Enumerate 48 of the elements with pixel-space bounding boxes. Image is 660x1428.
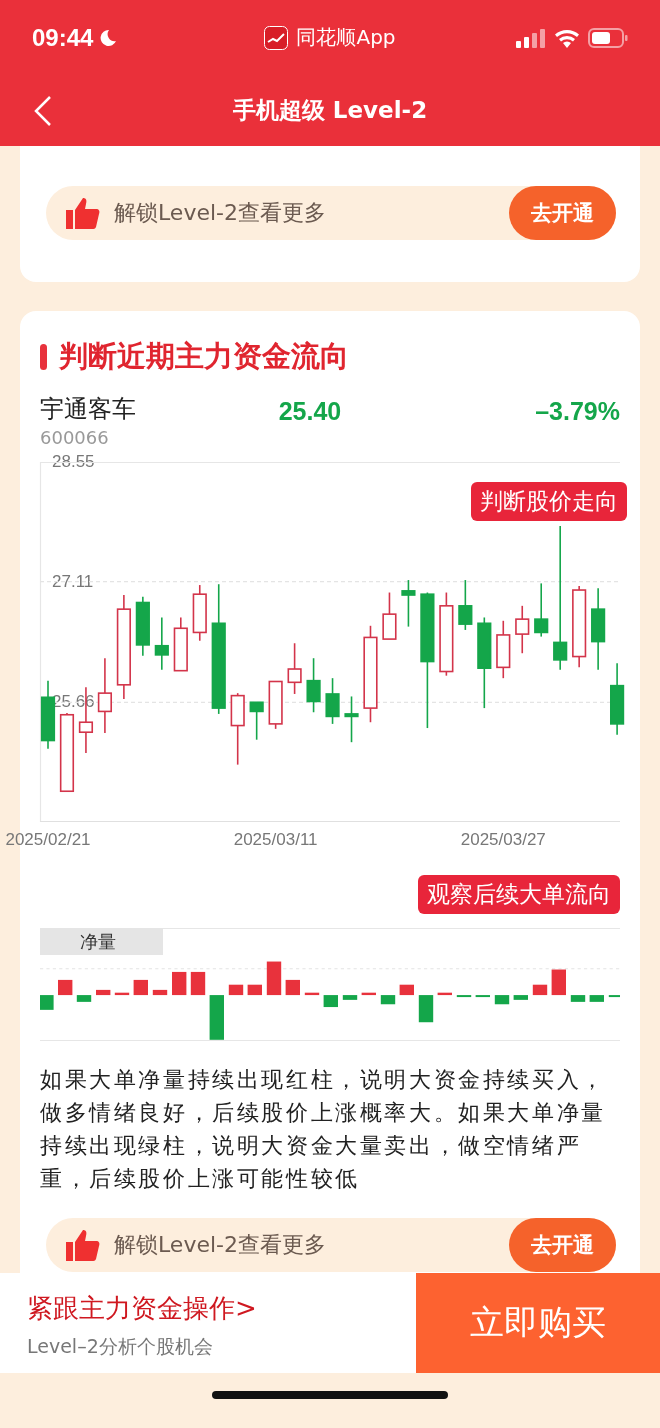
net-volume-label: 净量 (40, 928, 163, 955)
signal-icon (516, 27, 546, 48)
battery-icon (588, 27, 628, 48)
candle (515, 605, 530, 654)
candle (306, 657, 321, 714)
unlock-text: 解锁Level-2查看更多 (114, 1231, 327, 1259)
candle (135, 595, 150, 657)
candle (382, 591, 397, 640)
activate-button[interactable]: 去开通 (509, 1218, 616, 1272)
page-title: 手机超级 Level-2 (231, 96, 429, 125)
candle (287, 642, 302, 695)
stock-name: 宇通客车 (40, 394, 137, 425)
description-text: 如果大单净量持续出现红柱，说明大资金持续买入，做多情绪良好，后续股价上涨概率大。如果大单净量持续出现绿柱，说明大资金大量卖出，做空情绪严重，后续股价上涨可能性较低 (40, 1066, 607, 1193)
candle (249, 701, 264, 741)
promo-subtitle: Level–2分析个股机会 (27, 1334, 214, 1359)
thumbs-up-icon (66, 197, 100, 229)
candle (496, 620, 511, 679)
date-label: 2025/03/11 (233, 830, 318, 850)
candle (173, 616, 188, 672)
candle (154, 616, 169, 671)
section-title: 判断近期主力资金流向 (59, 338, 349, 375)
unlock-text: 解锁Level-2查看更多 (114, 199, 327, 227)
stock-price: 25.40 (277, 397, 343, 426)
axis-label: 27.11 (52, 571, 94, 592)
status-time: 09:44 (32, 23, 94, 52)
candle (192, 584, 207, 642)
candle (401, 579, 416, 628)
app-name: 同花顺App (296, 24, 396, 51)
app-logo-icon (264, 25, 289, 50)
candle (344, 695, 359, 743)
candle (534, 582, 549, 638)
wifi-icon (554, 27, 580, 48)
thumbs-up-icon (66, 1229, 100, 1261)
candle (458, 579, 473, 631)
buy-button[interactable]: 立即购买 (416, 1273, 660, 1373)
price-change: –3.79% (534, 397, 620, 426)
date-label: 2025/03/27 (460, 830, 546, 850)
candle (325, 677, 340, 725)
callout-label: 观察后续大单流向 (418, 875, 620, 914)
activate-button[interactable]: 去开通 (509, 186, 616, 240)
candle (268, 680, 283, 730)
moon-icon (99, 28, 118, 47)
callout-label: 判断股价走向 (471, 482, 627, 521)
promo-link[interactable]: 紧跟主力资金操作> (27, 1291, 416, 1326)
date-label: 2025/02/21 (5, 830, 91, 850)
back-icon[interactable] (34, 95, 52, 127)
section-marker (40, 344, 47, 370)
stock-code: 600066 (40, 427, 110, 448)
